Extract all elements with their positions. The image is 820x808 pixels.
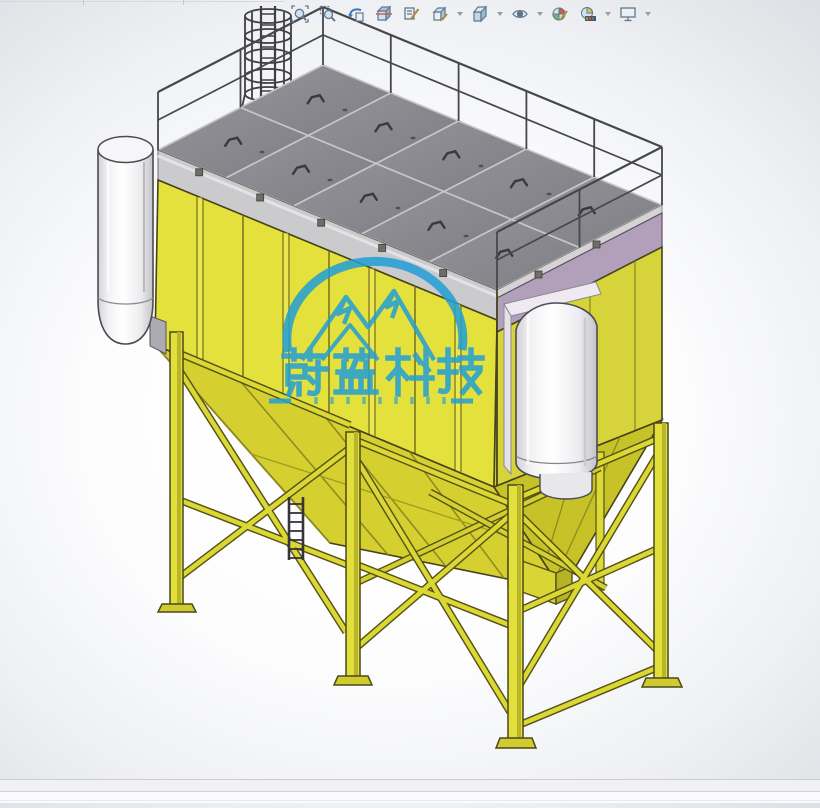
left-air-tank <box>98 137 166 355</box>
heads-up-view-toolbar <box>288 2 652 26</box>
hide-show-items-dropdown[interactable] <box>537 12 543 16</box>
display-style-icon[interactable] <box>468 2 492 26</box>
display-style-dropdown[interactable] <box>497 12 503 16</box>
zoom-to-fit-icon[interactable] <box>288 2 312 26</box>
previous-view-icon[interactable] <box>344 2 368 26</box>
viewport-3d[interactable] <box>0 0 820 803</box>
statusbar-border-bottom <box>0 800 820 801</box>
view-settings-icon[interactable] <box>616 2 640 26</box>
section-view-icon[interactable] <box>372 2 396 26</box>
apply-scene-dropdown[interactable] <box>605 12 611 16</box>
view-settings-dropdown[interactable] <box>645 12 651 16</box>
toolbar-separator-tick <box>83 0 84 5</box>
right-air-tank <box>504 282 601 499</box>
apply-scene-icon[interactable] <box>576 2 600 26</box>
statusbar-band <box>0 780 820 791</box>
statusbar-band-bottom <box>0 792 820 803</box>
view-orientation-dropdown[interactable] <box>457 12 463 16</box>
view-orientation-icon[interactable] <box>428 2 452 26</box>
edit-appearance-icon[interactable] <box>548 2 572 26</box>
toolbar-separator-tick <box>183 0 184 5</box>
hide-show-items-icon[interactable] <box>508 2 532 26</box>
zoom-to-area-icon[interactable] <box>316 2 340 26</box>
toolbar-bottom-border <box>0 1 284 2</box>
dynamic-annotation-icon[interactable] <box>400 2 424 26</box>
